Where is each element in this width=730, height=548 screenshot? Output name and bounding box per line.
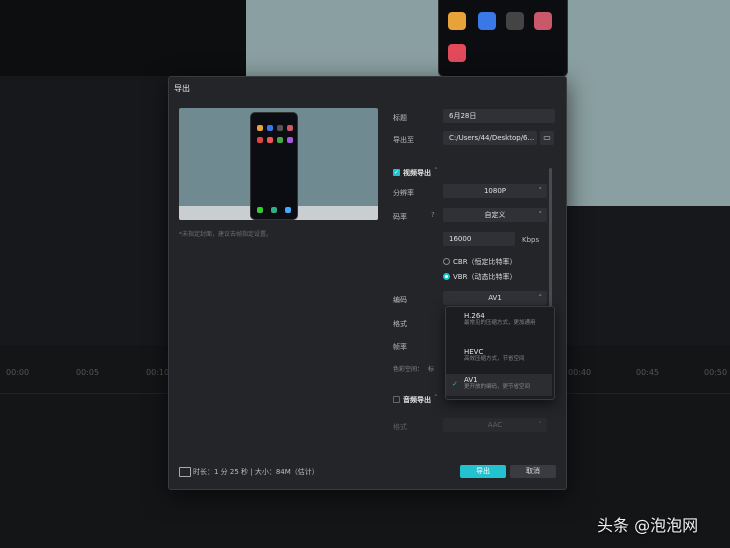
properties-panel — [565, 206, 730, 346]
help-icon[interactable]: ? — [431, 211, 435, 219]
export-path-input[interactable]: C:/Users/44/Desktop/6... — [443, 131, 537, 145]
cbr-label: CBR（恒定比特率） — [453, 258, 517, 266]
bitrate-value: 自定义 — [484, 211, 506, 219]
encoding-option-h264[interactable]: H.264 最常见的压缩方式，更加通用 — [446, 310, 552, 342]
title-input[interactable]: 6月28日 — [443, 109, 555, 123]
framerate-label: 帧率 — [393, 343, 407, 351]
chevron-up-icon[interactable]: ˄ — [434, 394, 438, 402]
title-label: 标题 — [393, 114, 407, 122]
cover-thumbnail[interactable] — [179, 108, 378, 220]
app-icon — [285, 207, 291, 213]
chevron-up-icon[interactable]: ˄ — [434, 167, 438, 175]
encoding-option-av1[interactable]: ✓ AV1 更开放的编码，更节省空间 — [446, 374, 552, 396]
vbr-label: VBR（动态比特率） — [453, 273, 517, 281]
bitrate-select[interactable]: 自定义 ˅ — [443, 208, 547, 222]
app-icon — [448, 12, 466, 30]
chevron-down-icon: ˅ — [538, 421, 543, 429]
thumbnail-phone — [250, 112, 298, 220]
dialog-title: 导出 — [174, 84, 190, 93]
bitrate-unit: Kbps — [522, 236, 540, 244]
app-icon — [506, 12, 524, 30]
option-desc: 高效压缩方式，节省空间 — [464, 356, 525, 362]
timeline-tick: 00:40 — [568, 368, 592, 377]
watermark: 头条 @泡泡网 — [597, 516, 699, 535]
audio-format-value: AAC — [487, 421, 503, 429]
app-icon — [271, 207, 277, 213]
video-export-checkbox[interactable]: ✓ — [393, 169, 400, 176]
checkmark-icon: ✓ — [452, 380, 458, 388]
encoding-select[interactable]: AV1 ˄ — [443, 291, 547, 305]
timeline-tick: 00:50 — [704, 368, 728, 377]
option-desc: 更开放的编码，更节省空间 — [464, 384, 531, 390]
app-icon — [534, 12, 552, 30]
color-space-value: 标 — [428, 366, 435, 373]
encoding-label: 编码 — [393, 296, 407, 304]
app-icon — [257, 207, 263, 213]
export-info: 时长：1 分 25 秒 | 大小：84M（估计） — [193, 468, 319, 476]
resolution-label: 分辨率 — [393, 189, 414, 197]
preview-phone-screen — [438, 0, 568, 77]
app-icon — [257, 125, 263, 131]
option-title: HEVC — [464, 348, 484, 356]
app-icon — [277, 125, 283, 131]
cover-hint: *未指定封面，建议去帧指定设置。 — [179, 231, 273, 238]
app-icon — [448, 44, 466, 62]
format-label: 格式 — [393, 320, 407, 328]
timeline-tick: 00:10 — [146, 368, 170, 377]
app-icon — [287, 125, 293, 131]
audio-format-select[interactable]: AAC ˅ — [443, 418, 547, 432]
app-icon — [257, 137, 263, 143]
bitrate-kbps-input[interactable]: 16000 — [443, 232, 515, 246]
chevron-down-icon: ˅ — [538, 187, 543, 195]
option-desc: 最常见的压缩方式，更加通用 — [464, 320, 536, 326]
video-export-label: 视频导出 — [403, 169, 431, 177]
audio-format-label: 格式 — [393, 423, 407, 431]
audio-export-label: 音频导出 — [403, 396, 431, 404]
cancel-button[interactable]: 取消 — [510, 465, 556, 478]
timeline-tick: 00:00 — [6, 368, 30, 377]
encoding-value: AV1 — [488, 294, 502, 302]
folder-icon[interactable]: ▭ — [540, 131, 554, 145]
timeline-tick: 00:05 — [76, 368, 100, 377]
resolution-value: 1080P — [483, 187, 507, 195]
app-icon — [267, 137, 273, 143]
bitrate-label: 码率 — [393, 213, 407, 221]
export-to-label: 导出至 — [393, 136, 414, 144]
film-icon — [179, 467, 191, 477]
app-icon — [267, 125, 273, 131]
option-title: AV1 — [464, 376, 478, 384]
app-icon — [287, 137, 293, 143]
resolution-select[interactable]: 1080P ˅ — [443, 184, 547, 198]
encoding-option-hevc[interactable]: HEVC 高效压缩方式，节省空间 — [446, 346, 552, 372]
color-space-label: 色彩空间： — [393, 366, 424, 373]
audio-export-checkbox[interactable] — [393, 396, 400, 403]
vbr-radio[interactable] — [443, 273, 450, 280]
option-title: H.264 — [464, 312, 485, 320]
cbr-radio[interactable] — [443, 258, 450, 265]
media-panel — [0, 76, 168, 346]
chevron-down-icon: ˅ — [538, 211, 543, 219]
app-icon — [277, 137, 283, 143]
timeline-tick: 00:45 — [636, 368, 660, 377]
app-icon — [478, 12, 496, 30]
export-button[interactable]: 导出 — [460, 465, 506, 478]
chevron-up-icon: ˄ — [538, 294, 543, 302]
